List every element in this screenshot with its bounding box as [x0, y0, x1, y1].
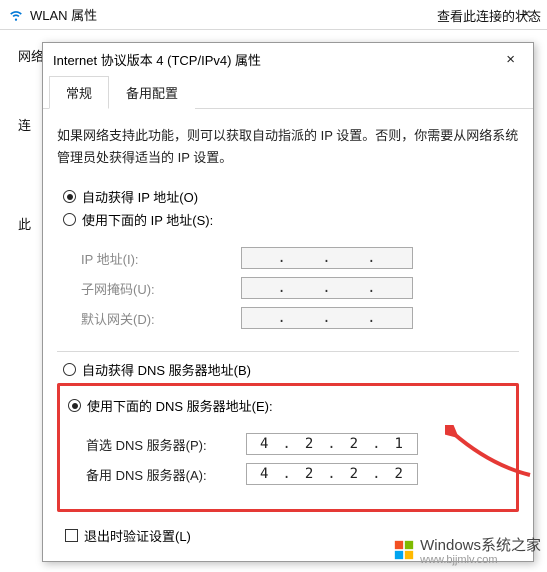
tab-general[interactable]: 常规 [49, 76, 109, 109]
radio-ip-auto[interactable]: 自动获得 IP 地址(O) [63, 187, 519, 206]
dialog-title: Internet 协议版本 4 (TCP/IPv4) 属性 [53, 50, 498, 69]
view-status-link[interactable]: 查看此连接的状态 [437, 6, 541, 25]
radio-dns-manual-label: 使用下面的 DNS 服务器地址(E): [87, 396, 273, 415]
divider [57, 351, 519, 352]
ip-address-input: ... [241, 247, 413, 269]
close-icon[interactable]: × [498, 49, 523, 70]
tab-strip: 常规 备用配置 [43, 75, 533, 109]
dns-fields: 首选 DNS 服务器(P): 4. 2. 2. 1 备用 DNS 服务器(A):… [62, 419, 514, 499]
watermark: Windows系统之家 www.bjjmlv.com [394, 534, 541, 566]
wlan-icon [8, 7, 24, 23]
radio-ip-manual-label: 使用下面的 IP 地址(S): [82, 210, 213, 229]
radio-dns-manual[interactable]: 使用下面的 DNS 服务器地址(E): [68, 396, 514, 415]
dialog-titlebar: Internet 协议版本 4 (TCP/IPv4) 属性 × [43, 43, 533, 75]
checkbox-icon [65, 529, 78, 542]
highlight-annotation: 使用下面的 DNS 服务器地址(E): 首选 DNS 服务器(P): 4. 2.… [57, 383, 519, 512]
primary-dns-input[interactable]: 4. 2. 2. 1 [246, 433, 418, 455]
radio-ip-auto-label: 自动获得 IP 地址(O) [82, 187, 198, 206]
radio-dns-auto[interactable]: 自动获得 DNS 服务器地址(B) [63, 360, 519, 379]
subnet-mask-label: 子网掩码(U): [81, 279, 241, 298]
radio-icon [63, 363, 76, 376]
watermark-text: Windows系统之家 www.bjjmlv.com [420, 534, 541, 566]
subnet-mask-input: ... [241, 277, 413, 299]
radio-icon [63, 213, 76, 226]
radio-icon [68, 399, 81, 412]
radio-dns-auto-label: 自动获得 DNS 服务器地址(B) [82, 360, 251, 379]
ip-address-label: IP 地址(I): [81, 249, 241, 268]
dialog-content: 如果网络支持此功能，则可以获取自动指派的 IP 设置。否则，你需要从网络系统管理… [43, 109, 533, 555]
tab-alternate[interactable]: 备用配置 [109, 76, 195, 109]
radio-ip-manual[interactable]: 使用下面的 IP 地址(S): [63, 210, 519, 229]
outer-window: WLAN 属性 × 查看此连接的状态 网络 连 此 Internet 协议版本 … [0, 0, 547, 572]
gateway-input: ... [241, 307, 413, 329]
validate-label: 退出时验证设置(L) [84, 526, 191, 545]
radio-icon [63, 190, 76, 203]
ip-fields: IP 地址(I): ... 子网掩码(U): ... 默认网关(D): ... [57, 233, 519, 343]
ipv4-properties-dialog: Internet 协议版本 4 (TCP/IPv4) 属性 × 常规 备用配置 … [42, 42, 534, 562]
gateway-label: 默认网关(D): [81, 309, 241, 328]
windows-logo-icon [394, 540, 414, 560]
alt-dns-input[interactable]: 4. 2. 2. 2 [246, 463, 418, 485]
primary-dns-label: 首选 DNS 服务器(P): [86, 435, 246, 454]
alt-dns-label: 备用 DNS 服务器(A): [86, 465, 246, 484]
description-text: 如果网络支持此功能，则可以获取自动指派的 IP 设置。否则，你需要从网络系统管理… [57, 125, 519, 169]
